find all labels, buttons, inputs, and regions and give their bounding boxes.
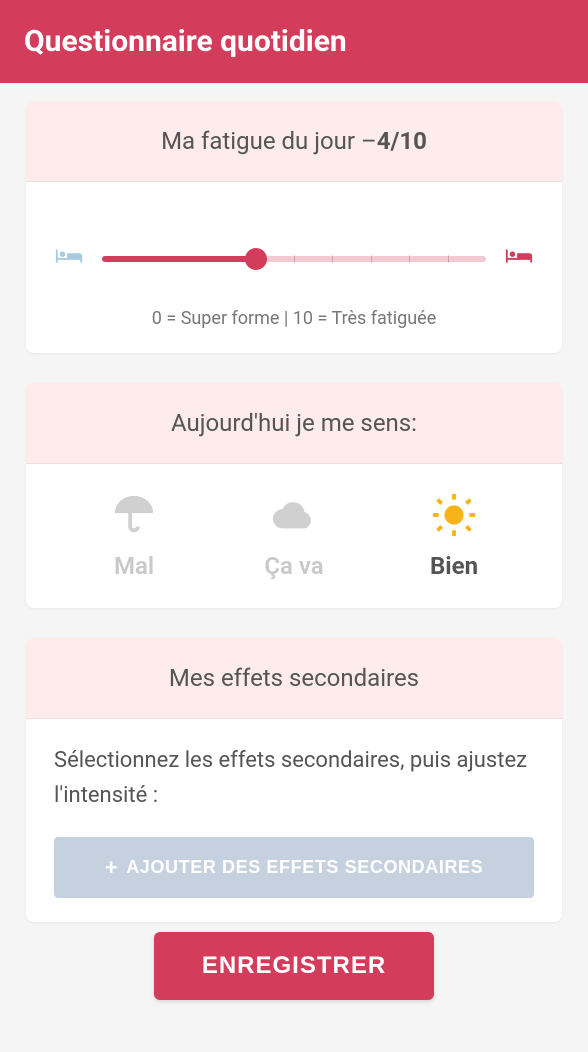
- add-side-effects-button[interactable]: + AJOUTER DES EFFETS SECONDAIRES: [54, 837, 534, 898]
- mood-card: Aujourd'hui je me sens: Mal Ça va: [26, 383, 562, 608]
- bed-icon-left: [54, 246, 84, 272]
- bed-icon-right: [504, 246, 534, 272]
- mood-option-cava[interactable]: Ça va: [214, 492, 374, 580]
- mood-label: Bien: [430, 552, 478, 580]
- mood-option-bien[interactable]: Bien: [374, 492, 534, 580]
- fatigue-slider-row: [54, 246, 534, 272]
- save-button[interactable]: ENREGISTRER: [154, 932, 434, 1000]
- footer-bar: ENREGISTRER: [0, 932, 588, 1024]
- app-header: Questionnaire quotidien: [0, 0, 588, 83]
- umbrella-icon: [111, 492, 157, 542]
- mood-card-header: Aujourd'hui je me sens:: [26, 383, 562, 464]
- side-effects-card-body: Sélectionnez les effets secondaires, pui…: [26, 719, 562, 922]
- mood-option-mal[interactable]: Mal: [54, 492, 214, 580]
- fatigue-card-body: 0 = Super forme | 10 = Très fatiguée: [26, 182, 562, 353]
- sun-icon: [431, 492, 477, 542]
- fatigue-hint: 0 = Super forme | 10 = Très fatiguée: [54, 308, 534, 329]
- fatigue-card-header: Ma fatigue du jour –4/10: [26, 101, 562, 182]
- side-effects-card: Mes effets secondaires Sélectionnez les …: [26, 638, 562, 922]
- save-label: ENREGISTRER: [202, 952, 386, 979]
- side-effects-instruction: Sélectionnez les effets secondaires, pui…: [54, 743, 534, 813]
- side-effects-card-header: Mes effets secondaires: [26, 638, 562, 719]
- mood-options: Mal Ça va Bien: [54, 488, 534, 584]
- cloud-icon: [271, 492, 317, 542]
- mood-label: Mal: [114, 552, 154, 580]
- content-area: Ma fatigue du jour –4/10: [0, 83, 588, 1052]
- fatigue-slider[interactable]: [102, 256, 486, 262]
- add-side-effects-label: AJOUTER DES EFFETS SECONDAIRES: [126, 857, 483, 878]
- fatigue-card: Ma fatigue du jour –4/10: [26, 101, 562, 353]
- fatigue-title-prefix: Ma fatigue du jour –: [161, 127, 377, 155]
- page-title: Questionnaire quotidien: [24, 24, 347, 59]
- mood-card-body: Mal Ça va Bien: [26, 464, 562, 608]
- fatigue-value: 4/10: [377, 127, 427, 155]
- mood-label: Ça va: [264, 552, 323, 580]
- fatigue-slider-thumb[interactable]: [245, 248, 267, 270]
